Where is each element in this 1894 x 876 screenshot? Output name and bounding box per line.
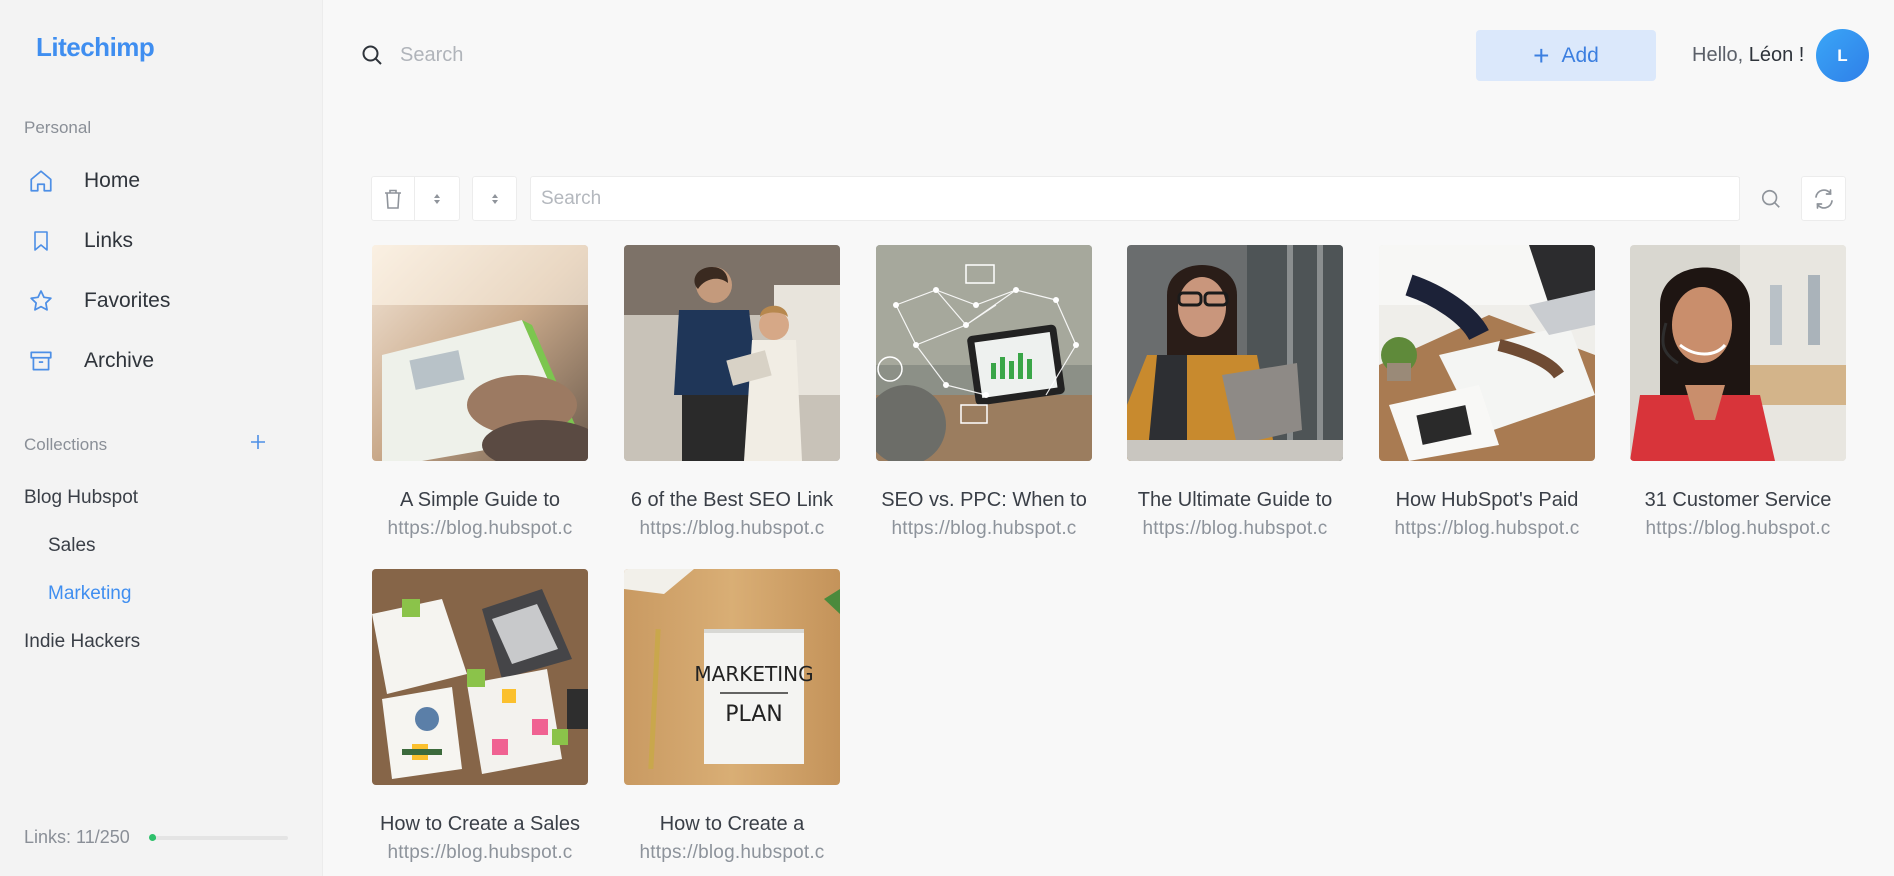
sidebar-item-label: Home bbox=[84, 169, 141, 192]
link-thumbnail-tablet-hands bbox=[372, 245, 588, 461]
link-url: https://blog.hubspot.c bbox=[387, 518, 573, 539]
sidebar-item-links[interactable]: Links bbox=[24, 221, 294, 261]
link-title: 6 of the Best SEO Link bbox=[630, 489, 834, 511]
add-collection-button[interactable] bbox=[246, 430, 270, 454]
link-title: The Ultimate Guide to bbox=[1137, 489, 1333, 511]
personal-section-label: Personal bbox=[24, 118, 92, 137]
trash-icon bbox=[385, 189, 401, 209]
link-thumbnail-marketing-plan: MARKETING PLAN bbox=[624, 569, 840, 785]
link-url: https://blog.hubspot.c bbox=[639, 842, 825, 863]
links-count: Links: 11/250 bbox=[24, 827, 130, 847]
link-url: https://blog.hubspot.c bbox=[1645, 518, 1831, 539]
link-card[interactable]: 31 Customer Service https://blog.hubspot… bbox=[1630, 245, 1846, 540]
greeting-prefix: Hello, bbox=[1692, 44, 1744, 66]
sort-icon bbox=[491, 193, 498, 204]
link-title: How to Create a Sales bbox=[379, 813, 581, 835]
delete-button[interactable] bbox=[371, 176, 415, 221]
links-search-input[interactable] bbox=[531, 177, 1681, 220]
add-button-label: Add bbox=[1561, 43, 1599, 67]
user-name: Léon ! bbox=[1748, 44, 1805, 66]
link-card[interactable]: The Ultimate Guide to https://blog.hubsp… bbox=[1127, 245, 1343, 540]
bookmark-icon bbox=[24, 224, 58, 258]
link-thumbnail-desk-charts bbox=[1379, 245, 1595, 461]
star-icon bbox=[24, 284, 58, 318]
collection-item-indie-hackers[interactable]: Indie Hackers bbox=[24, 631, 140, 653]
link-thumbnail-network-tablet bbox=[876, 245, 1092, 461]
collection-item-sales[interactable]: Sales bbox=[48, 535, 96, 557]
links-progress-bar bbox=[149, 834, 288, 841]
thumb-text-marketing: MARKETING bbox=[694, 662, 813, 686]
link-url: https://blog.hubspot.c bbox=[1394, 518, 1580, 539]
link-title: A Simple Guide to bbox=[399, 489, 561, 511]
collection-item-marketing[interactable]: Marketing bbox=[48, 583, 131, 605]
sidebar-item-home[interactable]: Home bbox=[24, 161, 294, 201]
search-icon bbox=[1761, 189, 1780, 208]
sidebar-item-label: Archive bbox=[84, 349, 155, 372]
sidebar-item-archive[interactable]: Archive bbox=[24, 341, 294, 381]
refresh-button[interactable] bbox=[1801, 176, 1846, 221]
link-url: https://blog.hubspot.c bbox=[387, 842, 573, 863]
search-icon bbox=[360, 43, 384, 72]
avatar[interactable]: L bbox=[1816, 29, 1869, 82]
user-greeting: Hello, Léon ! bbox=[1692, 44, 1804, 67]
sidebar-item-label: Links bbox=[84, 229, 134, 252]
link-card[interactable]: 6 of the Best SEO Link https://blog.hubs… bbox=[624, 245, 840, 540]
sort-order-button[interactable] bbox=[472, 176, 517, 221]
link-title: SEO vs. PPC: When to bbox=[881, 489, 1087, 511]
links-search-button[interactable] bbox=[1749, 177, 1793, 220]
link-title: 31 Customer Service bbox=[1644, 489, 1832, 511]
link-card[interactable]: MARKETING PLAN How to Create a https://b… bbox=[624, 569, 840, 864]
archive-icon bbox=[24, 344, 58, 378]
link-url: https://blog.hubspot.c bbox=[891, 518, 1077, 539]
link-card[interactable]: How to Create a Sales https://blog.hubsp… bbox=[372, 569, 588, 864]
link-card[interactable]: How HubSpot's Paid https://blog.hubspot.… bbox=[1379, 245, 1595, 540]
link-url: https://blog.hubspot.c bbox=[1142, 518, 1328, 539]
link-card[interactable]: SEO vs. PPC: When to https://blog.hubspo… bbox=[876, 245, 1092, 540]
link-thumbnail-desk-sticky bbox=[372, 569, 588, 785]
thumb-text-plan: PLAN bbox=[725, 702, 783, 727]
home-icon bbox=[24, 164, 58, 198]
sort-icon bbox=[434, 193, 440, 204]
link-url: https://blog.hubspot.c bbox=[639, 518, 825, 539]
link-title: How HubSpot's Paid bbox=[1395, 489, 1579, 511]
link-thumbnail-woman-laptop bbox=[1127, 245, 1343, 461]
sidebar-item-favorites[interactable]: Favorites bbox=[24, 281, 294, 321]
plus-icon: + bbox=[1533, 39, 1550, 71]
app-logo[interactable]: Litechimp bbox=[36, 32, 155, 63]
link-thumbnail-headset-agent bbox=[1630, 245, 1846, 461]
plus-icon bbox=[251, 435, 265, 449]
search-divider bbox=[1739, 177, 1740, 220]
bulk-sort-button[interactable] bbox=[414, 176, 460, 221]
collections-section-label: Collections bbox=[24, 435, 108, 454]
progress-indicator bbox=[149, 834, 156, 841]
links-search-field bbox=[530, 176, 1780, 221]
sidebar-item-label: Favorites bbox=[84, 289, 171, 312]
add-link-button[interactable]: + Add bbox=[1476, 30, 1656, 81]
global-search-input[interactable] bbox=[400, 38, 900, 72]
collection-item-blog-hubspot[interactable]: Blog Hubspot bbox=[24, 487, 138, 509]
link-title: How to Create a bbox=[659, 813, 805, 835]
refresh-icon bbox=[1814, 188, 1833, 209]
link-card[interactable]: A Simple Guide to https://blog.hubspot.c bbox=[372, 245, 588, 540]
link-thumbnail-office-couple bbox=[624, 245, 840, 461]
sidebar: Litechimp Personal Home Links Favorites … bbox=[0, 0, 323, 876]
